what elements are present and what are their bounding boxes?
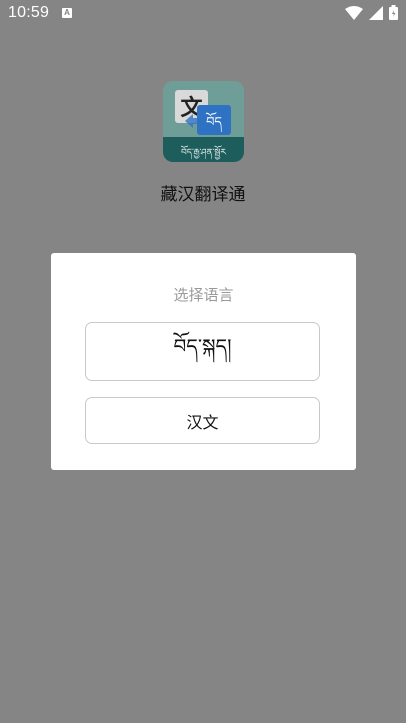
dialog-title: 选择语言 bbox=[173, 286, 234, 304]
status-bar: 10:59 A bbox=[0, 0, 406, 28]
language-dialog: 选择语言 བོད་སྐད། 汉文 bbox=[51, 253, 356, 470]
wifi-icon bbox=[345, 5, 363, 20]
status-time: 10:59 bbox=[8, 4, 50, 21]
battery-icon bbox=[389, 5, 398, 20]
app-logo-icon: 文 བོད བོད་རྒྱ་ཤན་སྦྱོར bbox=[163, 81, 244, 162]
notification-badge-icon: A bbox=[62, 8, 72, 18]
status-icons bbox=[345, 5, 398, 20]
signal-icon bbox=[369, 5, 383, 20]
icon-tibetan-glyph: བོད bbox=[206, 111, 223, 133]
app-name: 藏汉翻译通 bbox=[160, 185, 246, 205]
chinese-language-button[interactable]: 汉文 bbox=[85, 397, 320, 444]
tibetan-language-button[interactable]: བོད་སྐད། bbox=[85, 322, 320, 381]
icon-tibetan-caption: བོད་རྒྱ་ཤན་སྦྱོར bbox=[181, 145, 227, 160]
